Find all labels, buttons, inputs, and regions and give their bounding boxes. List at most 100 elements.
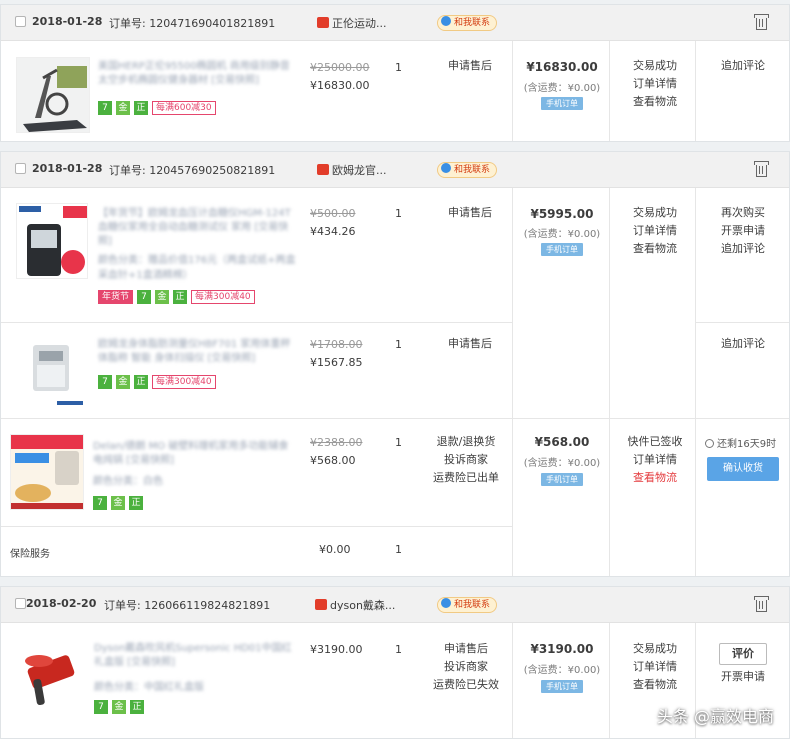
seven-day-return-icon: 7 xyxy=(137,290,152,304)
product-title[interactable]: Dyson戴森吹风机Supersonic HD01中国红礼盒版 [交易快照] xyxy=(94,642,294,670)
add-review-link[interactable]: 追加评论 xyxy=(697,57,789,75)
seven-day-return-icon: 7 xyxy=(98,375,112,389)
add-review-link[interactable]: 追加评论 xyxy=(697,335,789,353)
buy-again-link[interactable]: 再次购买 xyxy=(697,204,789,222)
shop-link[interactable]: 欧姆龙官... xyxy=(317,162,387,178)
invoice-request-link[interactable]: 开票申请 xyxy=(697,668,789,686)
watermark: 头条 @赢效电商 xyxy=(656,707,774,726)
quantity: 1 xyxy=(395,207,402,220)
view-logistics-link[interactable]: 查看物流 xyxy=(613,93,697,111)
order-header: 2018-02-20 订单号: 126066119824821891 dyson… xyxy=(1,587,789,623)
after-sales-links[interactable]: 退款/退换货 投诉商家 运费险已出单 xyxy=(421,433,511,487)
order-actions[interactable]: 追加评论 xyxy=(697,335,789,353)
product-image-glucose-meter[interactable] xyxy=(16,203,88,279)
unit-price: ¥434.26 xyxy=(310,225,356,238)
insurance-quantity: 1 xyxy=(395,543,402,556)
contact-seller-button[interactable]: 和我联系 xyxy=(437,597,498,613)
refund-return-link[interactable]: 退款/退换货 xyxy=(421,433,511,451)
order-date: 2018-01-28 xyxy=(32,162,103,175)
after-sales-link[interactable]: 申请售后 xyxy=(421,640,511,658)
trash-icon[interactable] xyxy=(754,596,769,612)
after-sales-link[interactable]: 申请售后 xyxy=(435,335,505,353)
contact-seller-button[interactable]: 和我联系 xyxy=(437,15,498,31)
product-title[interactable]: 欧姆龙身体脂肪测量仪HBF701 家用体重秤 体脂称 智能 身体扫描仪 [交易快… xyxy=(98,338,298,366)
shop-link[interactable]: dyson戴森... xyxy=(315,597,395,613)
product-image-blender[interactable] xyxy=(10,434,84,510)
genuine-icon: 正 xyxy=(130,700,144,714)
quantity: 1 xyxy=(395,338,402,351)
product-image-body-scale[interactable] xyxy=(16,334,88,410)
quantity: 1 xyxy=(395,61,402,74)
shipping-insurance-status[interactable]: 运费险已失效 xyxy=(421,676,511,694)
after-sales-link[interactable]: 申请售后 xyxy=(435,57,505,75)
order-date: 2018-02-20 xyxy=(26,597,97,610)
view-logistics-link[interactable]: 查看物流 xyxy=(613,676,697,694)
order-status[interactable]: 交易成功 订单详情 查看物流 xyxy=(613,640,697,694)
order-details-link[interactable]: 订单详情 xyxy=(613,222,697,240)
product-title[interactable]: Delan/德朗 MO 破壁料理机家用多功能辅食 电炖锅 [交易快照] xyxy=(93,440,293,468)
seven-day-return-icon: 7 xyxy=(98,101,112,115)
promo-tag: 每满600减30 xyxy=(152,101,216,115)
gold-seller-icon: 金 xyxy=(155,290,170,304)
order-details-link[interactable]: 订单详情 xyxy=(613,658,697,676)
shipping-fee: (含运费：¥0.00) xyxy=(523,229,601,240)
view-logistics-link[interactable]: 查看物流 xyxy=(613,240,697,258)
product-variant: 颜色分类：中国红礼盒版 xyxy=(94,682,204,693)
order-status[interactable]: 快件已签收 订单详情 查看物流 xyxy=(613,433,697,487)
invoice-request-link[interactable]: 开票申请 xyxy=(697,222,789,240)
add-review-link[interactable]: 追加评论 xyxy=(697,240,789,258)
order-details-link[interactable]: 订单详情 xyxy=(613,75,697,93)
order-card: 2018-01-28 订单号: 120457690250821891 欧姆龙官.… xyxy=(0,151,790,577)
shipping-fee: (含运费：¥0.00) xyxy=(523,458,601,469)
product-title[interactable]: 【年货节】欧姆龙血压计血糖仪HGM-124T 血糖仪家用全自动血糖测试仪 家用 … xyxy=(98,207,298,249)
product-image-hair-dryer[interactable] xyxy=(14,638,86,710)
insurance-price: ¥0.00 xyxy=(319,543,351,556)
order-actions[interactable]: 再次购买 开票申请 追加评论 xyxy=(697,204,789,258)
order-details-link[interactable]: 订单详情 xyxy=(613,451,697,469)
status-text: 交易成功 xyxy=(633,59,677,72)
order-number: 订单号: 126066119824821891 xyxy=(104,599,271,612)
shipping-fee: (含运费：¥0.00) xyxy=(523,665,601,676)
order-checkbox[interactable] xyxy=(15,16,26,27)
shop-icon xyxy=(317,17,329,28)
gold-seller-icon: 金 xyxy=(116,375,130,389)
original-price: ¥1708.00 xyxy=(310,338,363,351)
genuine-icon: 正 xyxy=(129,496,143,510)
order-checkbox[interactable] xyxy=(15,163,26,174)
after-sales-link[interactable]: 申请售后 xyxy=(435,204,505,222)
order-actions[interactable]: 开票申请 xyxy=(697,668,789,686)
quantity: 1 xyxy=(395,643,402,656)
review-button[interactable]: 评价 xyxy=(719,643,767,665)
complain-seller-link[interactable]: 投诉商家 xyxy=(421,658,511,676)
order-status[interactable]: 交易成功 订单详情 查看物流 xyxy=(613,57,697,111)
contact-seller-button[interactable]: 和我联系 xyxy=(437,162,498,178)
promo-tag: 每满300减40 xyxy=(191,290,255,304)
product-tags: 7 金正每满300减40 xyxy=(98,375,220,389)
shop-link[interactable]: 正伦运动... xyxy=(317,15,387,31)
product-tags: 7 金正每满600减30 xyxy=(98,101,220,115)
trash-icon[interactable] xyxy=(754,161,769,177)
order-checkbox[interactable] xyxy=(15,598,26,609)
order-status[interactable]: 交易成功 订单详情 查看物流 xyxy=(613,204,697,258)
view-logistics-link[interactable]: 查看物流 xyxy=(613,469,697,487)
product-variant: 颜色分类：白色 xyxy=(93,476,163,487)
after-sales-links[interactable]: 申请售后 投诉商家 运费险已失效 xyxy=(421,640,511,694)
order-actions[interactable]: 追加评论 xyxy=(697,57,789,75)
phone-order-badge: 手机订单 xyxy=(541,680,583,693)
quantity: 1 xyxy=(395,436,402,449)
shipping-insurance-status[interactable]: 运费险已出单 xyxy=(421,469,511,487)
shop-icon xyxy=(317,164,329,175)
genuine-icon: 正 xyxy=(134,375,148,389)
shipping-fee: (含运费：¥0.00) xyxy=(523,83,601,94)
unit-price: ¥1567.85 xyxy=(310,356,363,369)
order-total: ¥5995.00 xyxy=(530,207,594,221)
trash-icon[interactable] xyxy=(754,14,769,30)
confirm-receipt-button[interactable]: 确认收货 xyxy=(707,457,779,481)
product-image-elliptical[interactable] xyxy=(16,57,90,133)
complain-seller-link[interactable]: 投诉商家 xyxy=(421,451,511,469)
order-number: 订单号: 120471690401821891 xyxy=(109,17,276,30)
order-header: 2018-01-28 订单号: 120457690250821891 欧姆龙官.… xyxy=(1,152,789,188)
original-price: ¥500.00 xyxy=(310,207,356,220)
product-title[interactable]: 美国HERP正伦95500椭圆机 商用级别静音太空步机椭圆仪健身器材 [交易快照… xyxy=(98,60,298,88)
original-price: ¥2388.00 xyxy=(310,436,363,449)
